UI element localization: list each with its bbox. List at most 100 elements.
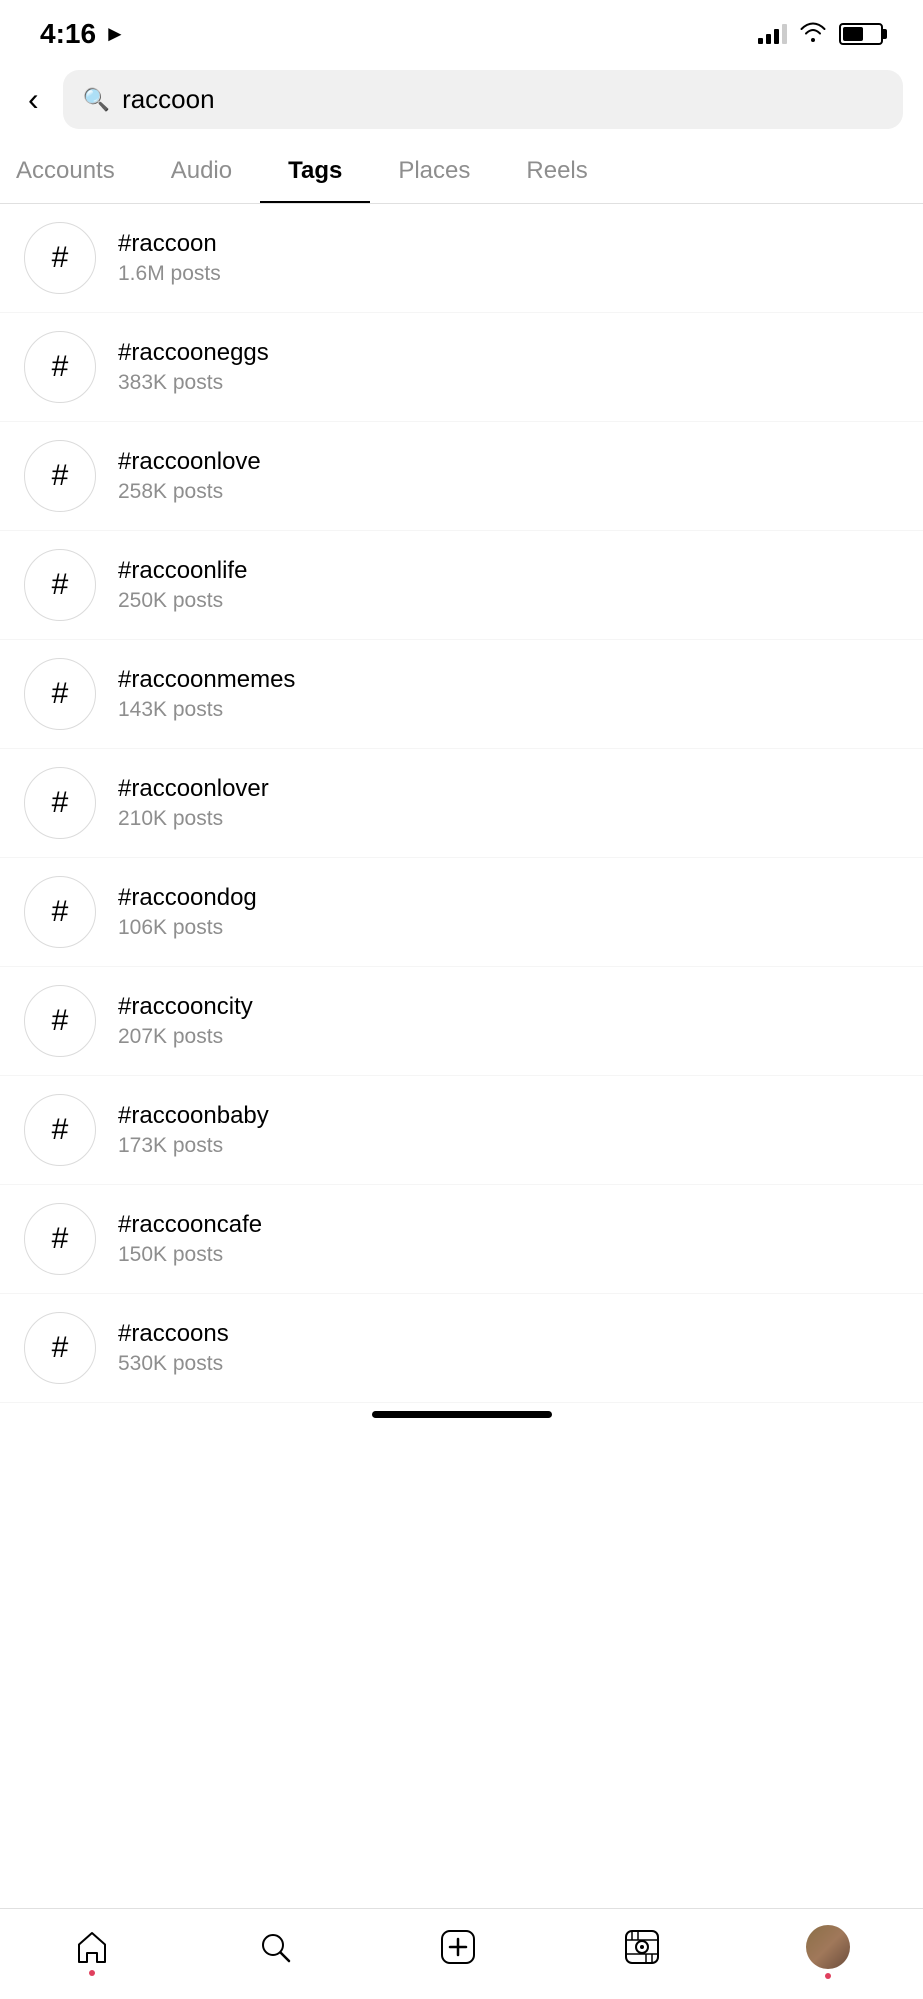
tag-name: #raccooncity (118, 993, 253, 1021)
tag-info: #raccoons 530K posts (118, 1320, 229, 1376)
tag-name: #raccoonmemes (118, 666, 295, 694)
tag-post-count: 530K posts (118, 1352, 229, 1376)
home-indicator (372, 1411, 552, 1418)
tag-list-item[interactable]: # #raccooncafe 150K posts (0, 1185, 923, 1294)
tabs-container: Accounts Audio Tags Places Reels (0, 139, 923, 204)
tag-info: #raccoondog 106K posts (118, 884, 257, 940)
nav-search[interactable] (256, 1928, 294, 1966)
tag-hash-circle: # (24, 1203, 96, 1275)
tag-info: #raccooneggs 383K posts (118, 339, 269, 395)
tag-name: #raccoondog (118, 884, 257, 912)
tab-tags[interactable]: Tags (260, 139, 370, 203)
tag-info: #raccoonlover 210K posts (118, 775, 269, 831)
hash-symbol-icon: # (52, 1331, 69, 1365)
nav-profile[interactable] (806, 1925, 850, 1969)
tag-name: #raccoonlover (118, 775, 269, 803)
tab-accounts[interactable]: Accounts (0, 139, 143, 203)
tag-list-item[interactable]: # #raccooneggs 383K posts (0, 313, 923, 422)
tag-hash-circle: # (24, 876, 96, 948)
tag-post-count: 250K posts (118, 589, 247, 613)
hash-symbol-icon: # (52, 677, 69, 711)
tag-post-count: 173K posts (118, 1134, 269, 1158)
status-time: 4:16 ► (40, 18, 126, 50)
hash-symbol-icon: # (52, 786, 69, 820)
tag-post-count: 383K posts (118, 371, 269, 395)
hash-symbol-icon: # (52, 1113, 69, 1147)
tag-list-item[interactable]: # #raccoondog 106K posts (0, 858, 923, 967)
search-icon: 🔍 (83, 87, 110, 113)
home-icon (73, 1928, 111, 1966)
hash-symbol-icon: # (52, 1222, 69, 1256)
tag-post-count: 207K posts (118, 1025, 253, 1049)
tag-list-item[interactable]: # #raccoonmemes 143K posts (0, 640, 923, 749)
hash-symbol-icon: # (52, 895, 69, 929)
location-arrow-icon: ► (104, 21, 126, 47)
wifi-icon (799, 20, 827, 48)
tag-list-item[interactable]: # #raccoonlover 210K posts (0, 749, 923, 858)
search-area: ‹ 🔍 raccoon (0, 60, 923, 139)
tag-hash-circle: # (24, 1094, 96, 1166)
tag-hash-circle: # (24, 549, 96, 621)
bottom-nav (0, 1908, 923, 1999)
status-icons (758, 20, 883, 48)
tag-hash-circle: # (24, 440, 96, 512)
tag-info: #raccoonlove 258K posts (118, 448, 261, 504)
tag-list-item[interactable]: # #raccooncity 207K posts (0, 967, 923, 1076)
tab-reels[interactable]: Reels (498, 139, 615, 203)
tag-list-item[interactable]: # #raccoons 530K posts (0, 1294, 923, 1403)
search-input[interactable]: raccoon (122, 84, 215, 115)
tag-list-item[interactable]: # #raccoon 1.6M posts (0, 204, 923, 313)
tag-post-count: 258K posts (118, 480, 261, 504)
tab-places[interactable]: Places (370, 139, 498, 203)
tag-info: #raccoonbaby 173K posts (118, 1102, 269, 1158)
tag-info: #raccoonlife 250K posts (118, 557, 247, 613)
tag-name: #raccooncafe (118, 1211, 262, 1239)
tag-name: #raccoonbaby (118, 1102, 269, 1130)
search-bar[interactable]: 🔍 raccoon (63, 70, 903, 129)
tag-list-item[interactable]: # #raccoonlife 250K posts (0, 531, 923, 640)
battery-icon (839, 23, 883, 45)
tag-post-count: 1.6M posts (118, 262, 221, 286)
profile-avatar (806, 1925, 850, 1969)
profile-notification-dot (825, 1973, 831, 1979)
tag-list: # #raccoon 1.6M posts # #raccooneggs 383… (0, 204, 923, 1403)
tag-name: #raccooneggs (118, 339, 269, 367)
home-notification-dot (89, 1970, 95, 1976)
nav-reels[interactable] (623, 1928, 661, 1966)
tag-name: #raccoonlove (118, 448, 261, 476)
add-icon (439, 1928, 477, 1966)
tab-audio[interactable]: Audio (143, 139, 260, 203)
tag-post-count: 210K posts (118, 807, 269, 831)
tag-hash-circle: # (24, 985, 96, 1057)
tag-info: #raccooncafe 150K posts (118, 1211, 262, 1267)
tag-info: #raccooncity 207K posts (118, 993, 253, 1049)
nav-home[interactable] (73, 1928, 111, 1966)
hash-symbol-icon: # (52, 350, 69, 384)
hash-symbol-icon: # (52, 1004, 69, 1038)
tag-post-count: 150K posts (118, 1243, 262, 1267)
signal-icon (758, 24, 787, 44)
status-bar: 4:16 ► (0, 0, 923, 60)
tag-list-item[interactable]: # #raccoonlove 258K posts (0, 422, 923, 531)
tag-name: #raccoonlife (118, 557, 247, 585)
tag-info: #raccoonmemes 143K posts (118, 666, 295, 722)
back-button[interactable]: ‹ (20, 77, 47, 122)
tag-post-count: 106K posts (118, 916, 257, 940)
tag-hash-circle: # (24, 222, 96, 294)
tag-hash-circle: # (24, 767, 96, 839)
tag-info: #raccoon 1.6M posts (118, 230, 221, 286)
nav-add[interactable] (439, 1928, 477, 1966)
tag-name: #raccoons (118, 1320, 229, 1348)
hash-symbol-icon: # (52, 241, 69, 275)
tag-post-count: 143K posts (118, 698, 295, 722)
search-nav-icon (256, 1928, 294, 1966)
hash-symbol-icon: # (52, 568, 69, 602)
hash-symbol-icon: # (52, 459, 69, 493)
tag-hash-circle: # (24, 1312, 96, 1384)
tag-hash-circle: # (24, 658, 96, 730)
time-display: 4:16 (40, 18, 96, 50)
tag-name: #raccoon (118, 230, 221, 258)
tag-hash-circle: # (24, 331, 96, 403)
tag-list-item[interactable]: # #raccoonbaby 173K posts (0, 1076, 923, 1185)
reels-icon (623, 1928, 661, 1966)
